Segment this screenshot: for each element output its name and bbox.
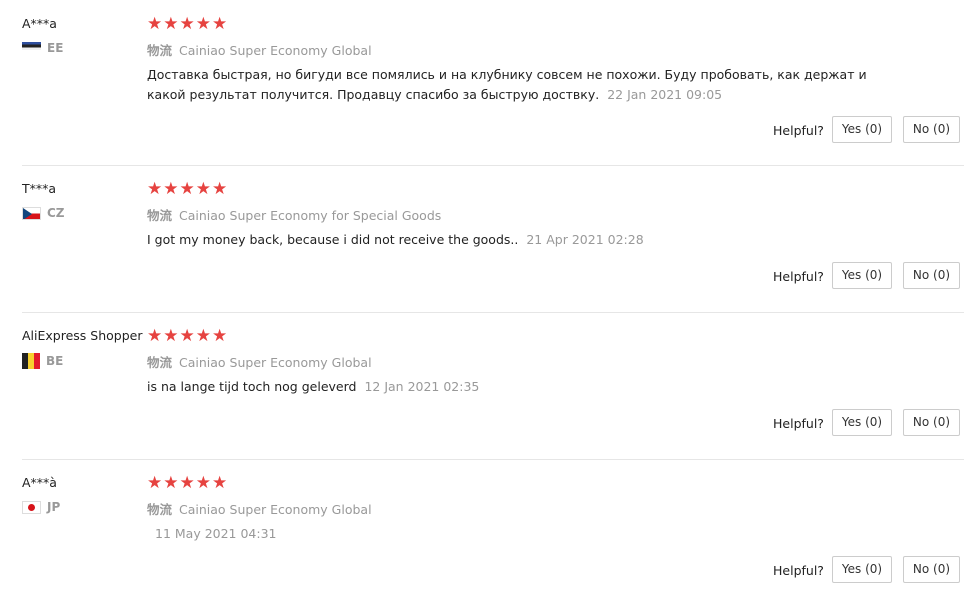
reviewer-name: A***à — [22, 475, 57, 490]
logistics-info: 物流 Cainiao Super Economy for Special Goo… — [147, 205, 441, 224]
logistics-method: Cainiao Super Economy Global — [179, 502, 372, 517]
country-code: EE — [47, 41, 64, 55]
logistics-label: 物流 — [147, 208, 173, 223]
helpful-label: Helpful? — [773, 269, 824, 284]
reviewer-name: A***a — [22, 16, 57, 31]
review-text: Доставка быстрая, но бигуди все помялись… — [147, 65, 907, 105]
helpful-yes-button[interactable]: Yes (0) — [832, 116, 892, 143]
helpful-label: Helpful? — [773, 123, 824, 138]
review-body: I got my money back, because i did not r… — [147, 232, 519, 247]
review-body: Доставка быстрая, но бигуди все помялись… — [147, 67, 867, 102]
helpful-no-button[interactable]: No (0) — [903, 116, 960, 143]
star-rating: ★★★★★ — [147, 14, 229, 34]
review-date: 21 Apr 2021 02:28 — [526, 232, 644, 247]
review-date: 22 Jan 2021 09:05 — [607, 87, 723, 102]
star-rating: ★★★★★ — [147, 326, 229, 346]
reviewer-name: T***a — [22, 181, 57, 196]
star-rating: ★★★★★ — [147, 179, 229, 199]
logistics-label: 物流 — [147, 502, 173, 517]
helpful-label: Helpful? — [773, 563, 824, 578]
helpful-label: Helpful? — [773, 416, 824, 431]
country-code: CZ — [47, 206, 65, 220]
reviewer-country: BE — [22, 353, 63, 369]
helpful-yes-button[interactable]: Yes (0) — [832, 556, 892, 583]
reviewer-name: AliExpress Shopper — [22, 328, 143, 343]
reviewer-country: EE — [22, 41, 63, 55]
reviewer-country: CZ — [22, 206, 65, 220]
flag-ee-icon — [22, 42, 41, 50]
helpful-no-button[interactable]: No (0) — [903, 262, 960, 289]
logistics-info: 物流 Cainiao Super Economy Global — [147, 352, 372, 371]
helpful-no-button[interactable]: No (0) — [903, 556, 960, 583]
helpful-yes-button[interactable]: Yes (0) — [832, 409, 892, 436]
logistics-method: Cainiao Super Economy for Special Goods — [179, 208, 442, 223]
country-code: JP — [47, 500, 61, 514]
review-text: is na lange tijd toch nog geleverd 12 Jan… — [147, 377, 907, 397]
logistics-info: 物流 Cainiao Super Economy Global — [147, 40, 372, 59]
logistics-label: 物流 — [147, 355, 173, 370]
review-text: I got my money back, because i did not r… — [147, 230, 907, 250]
country-code: BE — [46, 354, 64, 368]
logistics-method: Cainiao Super Economy Global — [179, 355, 372, 370]
divider — [22, 165, 964, 166]
review-body: is na lange tijd toch nog geleverd — [147, 379, 357, 394]
flag-jp-icon — [22, 500, 41, 514]
helpful-yes-button[interactable]: Yes (0) — [832, 262, 892, 289]
review-date: 11 May 2021 04:31 — [155, 526, 277, 541]
flag-be-icon — [22, 353, 40, 369]
divider — [22, 312, 964, 313]
star-rating: ★★★★★ — [147, 473, 229, 493]
helpful-no-button[interactable]: No (0) — [903, 409, 960, 436]
divider — [22, 459, 964, 460]
logistics-info: 物流 Cainiao Super Economy Global — [147, 499, 372, 518]
logistics-label: 物流 — [147, 43, 173, 58]
review-text: 11 May 2021 04:31 — [147, 524, 907, 544]
flag-cz-icon — [22, 206, 41, 220]
logistics-method: Cainiao Super Economy Global — [179, 43, 372, 58]
review-date: 12 Jan 2021 02:35 — [364, 379, 480, 394]
reviewer-country: JP — [22, 500, 60, 514]
